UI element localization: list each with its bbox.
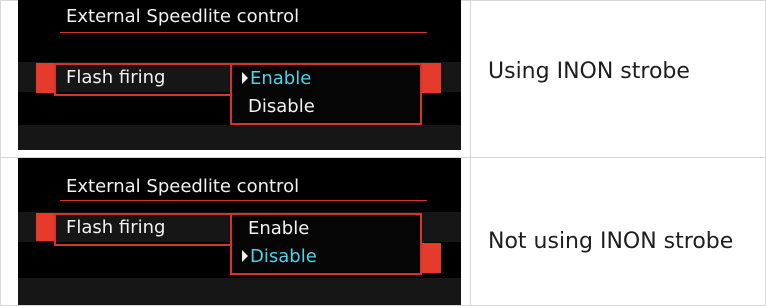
row-highlight-marker: [36, 63, 54, 93]
menu-title: External Speedlite control: [66, 176, 300, 197]
settings-table: External Speedlite control Flash firing …: [0, 0, 766, 306]
row-description: Not using INON strobe: [488, 229, 734, 254]
option-disable-label: Disable: [248, 96, 315, 117]
title-underline: [60, 200, 427, 201]
flash-firing-label: Flash firing: [66, 217, 166, 238]
option-disable[interactable]: Disable: [242, 246, 317, 268]
flash-firing-label: Flash firing: [66, 67, 166, 88]
flash-firing-options[interactable]: Enable Disable: [230, 63, 422, 125]
option-disable-label: Disable: [250, 246, 317, 267]
row-description: Using INON strobe: [488, 59, 690, 84]
row-highlight-marker: [36, 213, 54, 241]
menu-title: External Speedlite control: [66, 6, 300, 27]
scroll-highlight-marker: [421, 63, 441, 93]
menu-row-band: [18, 278, 461, 305]
menu-row-band: [18, 125, 461, 150]
table-border-left: [0, 0, 1, 306]
option-enable-label: Enable: [248, 218, 310, 239]
flash-firing-options[interactable]: Enable Disable: [230, 213, 422, 275]
selection-pointer-icon: [242, 250, 248, 262]
camera-menu-screen: External Speedlite control Flash firing …: [18, 158, 461, 305]
table-column-divider: [470, 0, 471, 306]
title-underline: [60, 32, 427, 33]
camera-menu-screen: External Speedlite control Flash firing …: [18, 0, 461, 150]
option-enable-label: Enable: [250, 68, 312, 89]
option-enable[interactable]: Enable: [242, 68, 311, 90]
option-disable[interactable]: Disable: [248, 96, 315, 118]
selection-pointer-icon: [242, 72, 248, 84]
option-enable[interactable]: Enable: [248, 218, 309, 240]
scroll-highlight-marker: [421, 243, 441, 273]
